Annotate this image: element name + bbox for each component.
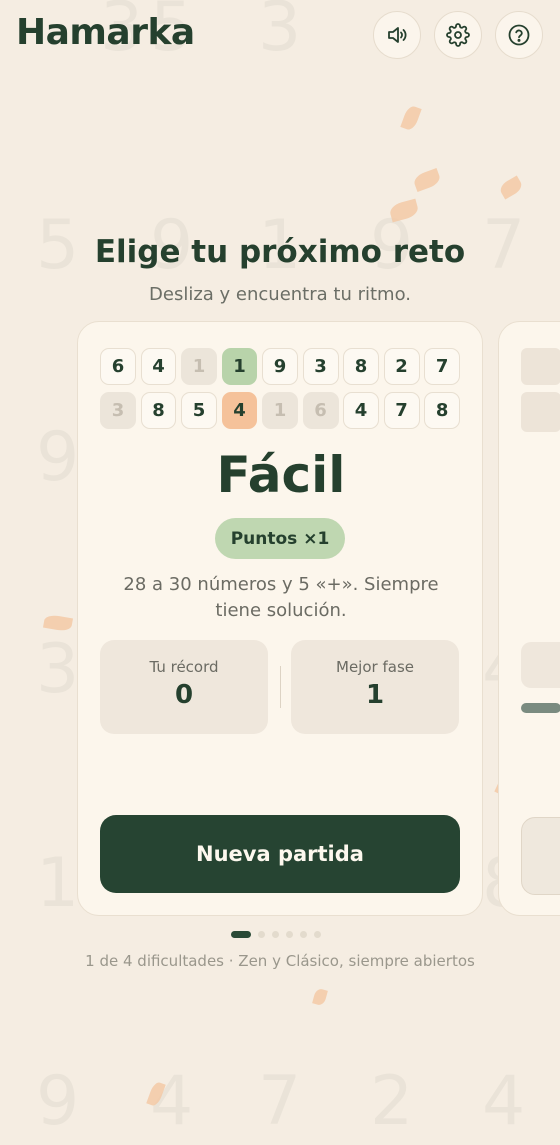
background-digit: 9 [36,418,80,497]
difficulty-title: Fácil [216,446,346,504]
leaf-decoration [412,168,442,192]
difficulty-description: 28 a 30 números y 5 «+». Siempre tiene s… [123,574,439,621]
number-tile: 4 [221,392,258,429]
number-tile: 8 [140,392,177,429]
number-tile: 5 [181,392,217,429]
difficulty-card[interactable]: 641193827 385416478 Fácil Puntos ×1 28 a… [77,321,483,916]
number-tile: 6 [100,348,136,385]
number-tile: 7 [424,348,461,385]
sound-button[interactable] [373,11,421,59]
help-icon [508,24,530,46]
settings-button[interactable] [434,11,482,59]
gear-icon [446,23,470,47]
best-phase-label: Mejor fase [336,658,414,676]
speaker-icon [388,27,407,43]
best-phase-value: 1 [365,680,385,710]
number-tile: 2 [383,348,420,385]
background-digit: 4 [482,1062,526,1141]
help-button[interactable] [495,11,543,59]
pagination-dot[interactable] [258,931,265,938]
tile-row-1: 641193827 [100,348,461,385]
leaf-decoration [400,104,422,132]
number-tile: 8 [343,348,380,385]
pagination-dot[interactable] [300,931,307,938]
record-box: Tu récord 0 [100,640,268,734]
points-badge: Puntos ×1 [215,518,345,559]
leaf-decoration [497,175,525,200]
leaf-decoration [312,987,328,1007]
number-tile: 1 [262,392,298,429]
record-value: 0 [174,680,194,710]
number-tile: 9 [262,348,298,385]
number-tile: 3 [302,348,339,385]
peek-progress-bar [521,703,560,713]
new-game-button[interactable]: Nueva partida [100,815,460,893]
pagination-dot-active[interactable] [231,931,251,938]
number-tile: 1 [181,348,217,385]
leaf-decoration [388,198,420,223]
number-tile: 7 [383,392,420,429]
page-subtitle: Desliza y encuentra tu ritmo. [149,284,411,305]
number-tile: 8 [424,392,461,429]
page-title: Elige tu próximo reto [94,234,466,270]
number-tile: 4 [343,392,380,429]
next-difficulty-card[interactable] [498,321,560,916]
background-digit: 9 [36,1062,80,1141]
stat-divider [280,666,281,708]
peek-tile [521,392,560,432]
pagination-dot[interactable] [286,931,293,938]
number-tile: 6 [302,392,339,429]
number-tile: 1 [221,348,258,385]
background-digit: 7 [258,1062,302,1141]
peek-button [521,817,560,895]
footer-note: 1 de 4 dificultades · Zen y Clásico, sie… [85,952,475,970]
pagination-dot[interactable] [314,931,321,938]
background-digit: 3 [36,630,80,709]
carousel-pagination [231,931,321,938]
pagination-dot[interactable] [272,931,279,938]
best-phase-box: Mejor fase 1 [291,640,459,734]
peek-tile [521,348,560,385]
number-tile: 3 [100,392,136,429]
tile-row-2: 385416478 [100,392,461,429]
background-digit: 2 [370,1062,414,1141]
number-tile: 4 [140,348,177,385]
record-label: Tu récord [149,658,219,676]
app-logo: Hamarka [16,12,195,53]
top-bar: Hamarka [0,0,560,72]
background-digit: 1 [36,844,80,923]
peek-stat-box [521,642,560,688]
